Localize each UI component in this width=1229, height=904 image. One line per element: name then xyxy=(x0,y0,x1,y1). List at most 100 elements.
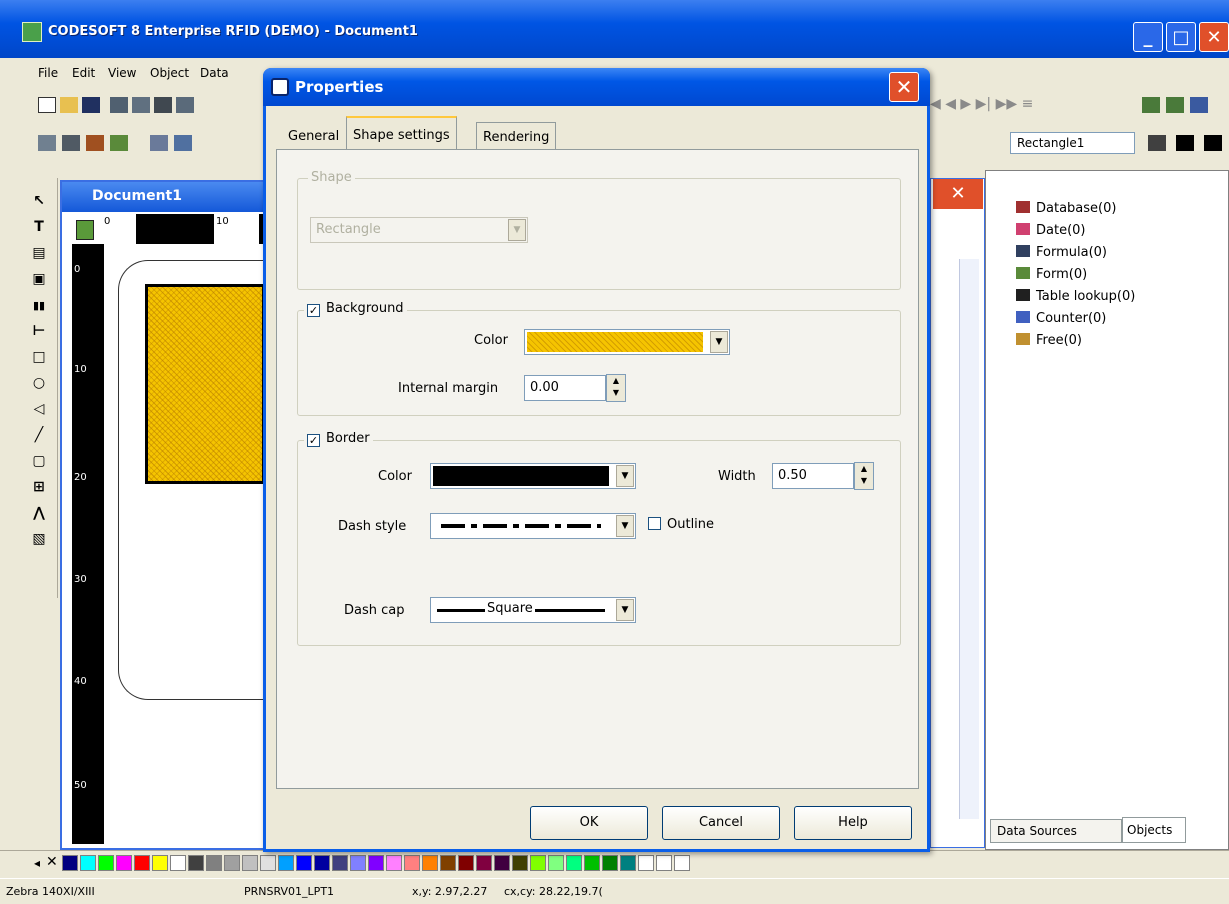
border-width-spinner[interactable]: ▲ ▼ xyxy=(854,462,874,490)
palette-swatch[interactable] xyxy=(386,855,402,871)
border-group-label[interactable]: ✓ Border xyxy=(304,431,373,447)
text-tool-icon[interactable]: T xyxy=(26,214,52,240)
palette-swatch[interactable] xyxy=(206,855,222,871)
palette-swatch[interactable] xyxy=(296,855,312,871)
barcode-tool-icon[interactable]: ▮▮ xyxy=(26,292,52,318)
tree-item[interactable]: Date(0) xyxy=(1016,223,1086,238)
palette-swatch[interactable] xyxy=(188,855,204,871)
cancel-button[interactable]: Cancel xyxy=(662,806,780,840)
record-navigation-icon[interactable]: ◀ ◀ ▶ ▶| ▶▶ ≡ xyxy=(930,96,1033,112)
dialog-close-button[interactable]: ✕ xyxy=(889,72,919,102)
print-setup-icon[interactable] xyxy=(110,97,128,113)
palette-swatch[interactable] xyxy=(530,855,546,871)
border-width-input[interactable]: 0.50 xyxy=(772,463,854,489)
align-icon[interactable] xyxy=(1142,97,1160,113)
menu-file[interactable]: File xyxy=(38,66,58,80)
palette-swatch[interactable] xyxy=(260,855,276,871)
palette-swatch[interactable] xyxy=(656,855,672,871)
palette-swatch[interactable] xyxy=(134,855,150,871)
maximize-button[interactable]: □ xyxy=(1166,22,1196,52)
menu-data[interactable]: Data xyxy=(200,66,229,80)
palette-swatch[interactable] xyxy=(368,855,384,871)
line-tool-icon[interactable]: ⊢ xyxy=(26,318,52,344)
ok-button[interactable]: OK xyxy=(530,806,648,840)
zoom-icon[interactable] xyxy=(174,135,192,151)
app-close-button[interactable]: ✕ xyxy=(1199,22,1229,52)
print-icon[interactable] xyxy=(154,97,172,113)
internal-margin-spinner[interactable]: ▲ ▼ xyxy=(606,374,626,402)
palette-swatch[interactable] xyxy=(80,855,96,871)
tab-data-sources[interactable]: Data Sources xyxy=(990,819,1122,843)
document-close-button[interactable]: ✕ xyxy=(933,179,983,209)
background-color-picker[interactable]: ▼ xyxy=(524,329,730,355)
palette-swatch[interactable] xyxy=(458,855,474,871)
properties-icon[interactable] xyxy=(1148,135,1166,151)
palette-swatch[interactable] xyxy=(278,855,294,871)
palette-swatch[interactable] xyxy=(440,855,456,871)
help-button[interactable]: Help xyxy=(794,806,912,840)
image-tool-icon[interactable]: ▣ xyxy=(26,266,52,292)
background-checkbox[interactable]: ✓ xyxy=(307,304,320,317)
select-tool-icon[interactable]: ↖ xyxy=(26,188,52,214)
shape-tool-icon[interactable]: ⋀ xyxy=(26,500,52,526)
palette-swatch[interactable] xyxy=(674,855,690,871)
distribute-icon[interactable] xyxy=(1166,97,1184,113)
palette-swatch[interactable] xyxy=(404,855,420,871)
tree-item[interactable]: Form(0) xyxy=(1016,267,1087,282)
counter-tool-icon[interactable] xyxy=(86,135,104,151)
barcode-icon[interactable] xyxy=(38,135,56,151)
dash-cap-select[interactable]: Square ▼ xyxy=(430,597,636,623)
palette-swatch[interactable] xyxy=(332,855,348,871)
rectangle-object[interactable] xyxy=(145,284,265,484)
palette-swatch[interactable] xyxy=(638,855,654,871)
palette-swatch[interactable] xyxy=(62,855,78,871)
palette-swatch[interactable] xyxy=(512,855,528,871)
tree-item[interactable]: Database(0) xyxy=(1016,201,1116,216)
polygon-tool-icon[interactable]: ◁ xyxy=(26,396,52,422)
palette-swatch[interactable] xyxy=(350,855,366,871)
palette-swatch[interactable] xyxy=(494,855,510,871)
background-group-label[interactable]: ✓ Background xyxy=(304,301,407,317)
layout-icon[interactable] xyxy=(1190,97,1208,113)
menu-object[interactable]: Object xyxy=(150,66,189,80)
palette-swatch[interactable] xyxy=(476,855,492,871)
palette-swatch[interactable] xyxy=(566,855,582,871)
vertical-scrollbar[interactable] xyxy=(959,259,979,819)
tree-item[interactable]: Table lookup(0) xyxy=(1016,289,1135,304)
object-name-field[interactable]: Rectangle1 xyxy=(1010,132,1135,154)
rectangle-tool-icon[interactable]: □ xyxy=(26,344,52,370)
palette-swatch[interactable] xyxy=(548,855,564,871)
new-icon[interactable] xyxy=(38,97,56,113)
diagonal-line-tool-icon[interactable]: ╱ xyxy=(26,422,52,448)
palette-swatch[interactable] xyxy=(602,855,618,871)
form-tool-icon[interactable] xyxy=(110,135,128,151)
palette-swatch[interactable] xyxy=(242,855,258,871)
tree-item[interactable]: Counter(0) xyxy=(1016,311,1106,326)
palette-swatch[interactable] xyxy=(98,855,114,871)
palette-swatch[interactable] xyxy=(620,855,636,871)
page-setup-icon[interactable] xyxy=(132,97,150,113)
tab-rendering[interactable]: Rendering xyxy=(476,122,557,150)
print-preview-icon[interactable] xyxy=(176,97,194,113)
palette-swatch[interactable] xyxy=(170,855,186,871)
outline-option[interactable]: Outline xyxy=(648,517,714,532)
palette-swatch[interactable] xyxy=(422,855,438,871)
line-color-icon[interactable] xyxy=(1204,135,1222,151)
border-color-picker[interactable]: ▼ xyxy=(430,463,636,489)
palette-scroll-left-icon[interactable]: ◂ xyxy=(34,856,40,870)
menu-edit[interactable]: Edit xyxy=(72,66,95,80)
save-icon[interactable] xyxy=(82,97,100,113)
palette-swatch[interactable] xyxy=(152,855,168,871)
tree-item[interactable]: Free(0) xyxy=(1016,333,1082,348)
fill-color-icon[interactable] xyxy=(1176,135,1194,151)
palette-swatch[interactable] xyxy=(116,855,132,871)
paragraph-tool-icon[interactable]: ▤ xyxy=(26,240,52,266)
palette-swatch[interactable] xyxy=(584,855,600,871)
open-icon[interactable] xyxy=(60,97,78,113)
ellipse-tool-icon[interactable]: ○ xyxy=(26,370,52,396)
menu-view[interactable]: View xyxy=(108,66,136,80)
minimize-button[interactable]: _ xyxy=(1133,22,1163,52)
text-xx-icon[interactable] xyxy=(62,135,80,151)
tab-general[interactable]: General xyxy=(282,122,345,150)
no-color-icon[interactable]: ✕ xyxy=(46,854,58,870)
